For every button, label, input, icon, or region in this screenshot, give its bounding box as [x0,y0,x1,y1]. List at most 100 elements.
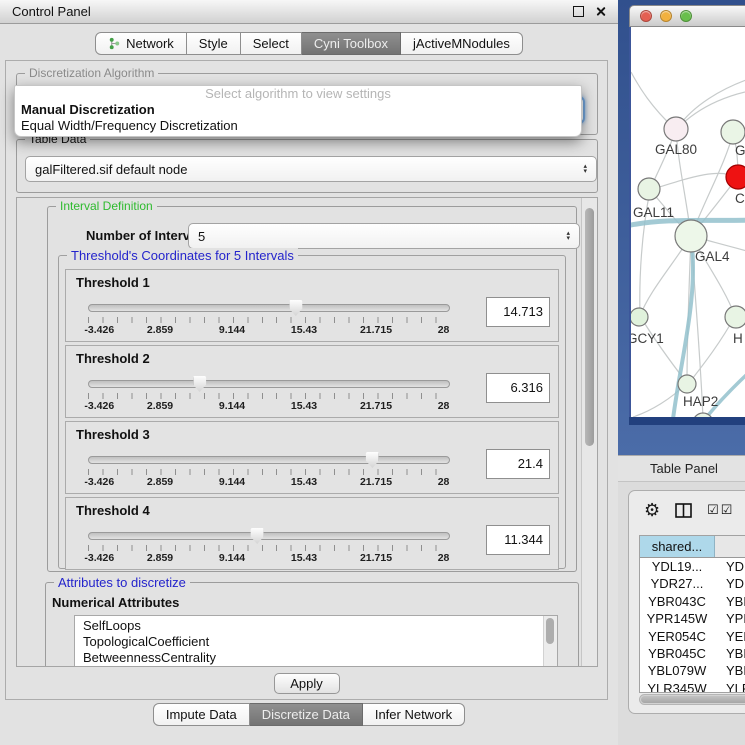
threshold-slider[interactable]: -3.4262.8599.14415.4321.71528 [88,528,448,566]
slider-thumb[interactable] [289,300,302,316]
cell-shared-name[interactable]: YER054C [640,628,714,645]
cell-name[interactable]: YBR0 [714,593,745,610]
table-row[interactable]: YBR043CYBR0 [640,593,745,610]
table-row[interactable]: YBL079WYBL0 [640,662,745,679]
cell-name[interactable]: YLR3 [714,680,745,693]
threshold-value-field[interactable]: 14.713 [486,297,550,327]
zoom-traffic-light-icon[interactable] [680,10,692,22]
cell-shared-name[interactable]: YDL19... [640,558,714,575]
close-icon[interactable] [595,6,606,17]
slider-track[interactable] [88,456,450,464]
threshold-value-field[interactable]: 6.316 [486,373,550,403]
node-label: G [735,143,745,158]
tab-infer-network[interactable]: Infer Network [363,703,465,726]
cell-name[interactable]: YDL1 [714,558,745,575]
scrollbar-thumb[interactable] [585,208,594,446]
cell-shared-name[interactable]: YBR045C [640,645,714,662]
table-horizontal-scrollbar[interactable] [639,694,745,705]
cell-shared-name[interactable]: YBR043C [640,593,714,610]
float-window-icon[interactable] [573,6,584,17]
slider-thumb[interactable] [251,528,264,544]
slider-thumb[interactable] [366,452,379,468]
popup-option-manual-discretization[interactable]: Manual Discretization [15,102,581,118]
column-header-shared-name[interactable]: shared... [640,536,715,557]
tick-label: 21.715 [360,476,392,488]
settings-gear-icon[interactable]: ⚙ [644,501,660,519]
network-node[interactable] [638,178,660,200]
cell-name[interactable]: YBL0 [714,662,745,679]
table-toolbar: ⚙ ☑ ☑ [629,496,732,524]
numerical-attributes-list[interactable]: SelfLoopsTopologicalCoefficientBetweenne… [74,615,558,667]
tab-impute-data[interactable]: Impute Data [153,703,250,726]
select-all-checkbox-icon[interactable]: ☑ [721,502,733,518]
attribute-list-item[interactable]: BetweennessCentrality [83,650,557,666]
threshold-value-field[interactable]: 21.4 [486,449,550,479]
tick-label: 9.144 [219,552,245,564]
slider-tick-labels: -3.4262.8599.14415.4321.71528 [88,476,448,489]
minimize-traffic-light-icon[interactable] [660,10,672,22]
slider-thumb[interactable] [193,376,206,392]
close-traffic-light-icon[interactable] [640,10,652,22]
tick-label: 28 [438,476,450,488]
table-row[interactable]: YDL19...YDL1 [640,558,745,575]
slider-track[interactable] [88,380,450,388]
table-data-combobox[interactable]: galFiltered.sif default node ▴▾ [25,156,597,182]
table-row[interactable]: YBR045CYBR0 [640,645,745,662]
split-columns-icon[interactable] [675,503,692,518]
cell-shared-name[interactable]: YPR145W [640,610,714,627]
select-all-checkbox-icon[interactable]: ☑ [707,502,719,518]
threshold-slider[interactable]: -3.4262.8599.14415.4321.71528 [88,376,448,414]
slider-track[interactable] [88,532,450,540]
cell-name[interactable]: YDR2 [714,575,745,592]
table-row[interactable]: YPR145WYPR1 [640,610,745,627]
cell-shared-name[interactable]: YBL079W [640,662,714,679]
tab-style[interactable]: Style [187,32,241,55]
cell-shared-name[interactable]: YLR345W [640,680,714,693]
tick-label: 15.43 [291,552,317,564]
slider-ticks [88,469,450,475]
window-title: Control Panel [12,4,91,19]
tab-cyni-toolbox[interactable]: Cyni Toolbox [302,32,401,55]
network-canvas[interactable]: GAL80GGAL11CGAL4GCY1HHAP2 [629,27,745,417]
network-node[interactable] [675,220,707,252]
table-row[interactable]: YLR345WYLR3 [640,680,745,693]
network-node[interactable] [664,117,688,141]
attribute-list-item[interactable]: SelfLoops [83,618,557,634]
number-of-intervals-combobox[interactable]: 5 ▴▾ [188,223,580,249]
cell-name[interactable]: YBR0 [714,645,745,662]
network-view-window[interactable]: GAL80GGAL11CGAL4GCY1HHAP2 [629,5,745,425]
slider-ticks [88,317,450,323]
node-table[interactable]: shared... na YDL19...YDL1YDR27...YDR2YBR… [639,535,745,693]
table-row[interactable]: YER054CYER0 [640,628,745,645]
slider-track[interactable] [88,304,450,312]
network-node[interactable] [721,120,745,144]
tab-label: jActiveMNodules [413,36,510,51]
network-node[interactable] [678,375,696,393]
slider-tick-labels: -3.4262.8599.14415.4321.71528 [88,552,448,565]
panel-vertical-scrollbar[interactable] [581,198,597,666]
column-header-name[interactable]: na [715,536,745,557]
apply-button[interactable]: Apply [274,673,340,694]
network-node[interactable] [725,306,745,328]
network-node[interactable] [631,308,648,326]
scrollbar-thumb[interactable] [641,696,745,703]
threshold-slider[interactable]: -3.4262.8599.14415.4321.71528 [88,452,448,490]
cell-shared-name[interactable]: YDR27... [640,575,714,592]
threshold-value-field[interactable]: 11.344 [486,525,550,555]
tab-select[interactable]: Select [241,32,302,55]
cell-name[interactable]: YPR1 [714,610,745,627]
cell-name[interactable]: YER0 [714,628,745,645]
scrollbar-thumb[interactable] [546,618,554,644]
threshold-slider[interactable]: -3.4262.8599.14415.4321.71528 [88,300,448,338]
tab-jactivemnodules[interactable]: jActiveMNodules [401,32,523,55]
network-node[interactable] [726,165,745,189]
tab-network[interactable]: Network [95,32,187,55]
threshold-row: Threshold 4-3.4262.8599.14415.4321.71528… [65,497,559,570]
popup-option-equal-width-frequency[interactable]: Equal Width/Frequency Discretization [15,118,581,134]
tab-discretize-data[interactable]: Discretize Data [250,703,363,726]
threshold-row: Threshold 3-3.4262.8599.14415.4321.71528… [65,421,559,494]
table-row[interactable]: YDR27...YDR2 [640,575,745,592]
attribute-list-item[interactable]: TopologicalCoefficient [83,634,557,650]
network-window-titlebar[interactable] [629,5,745,27]
list-vertical-scrollbar[interactable] [543,616,557,667]
